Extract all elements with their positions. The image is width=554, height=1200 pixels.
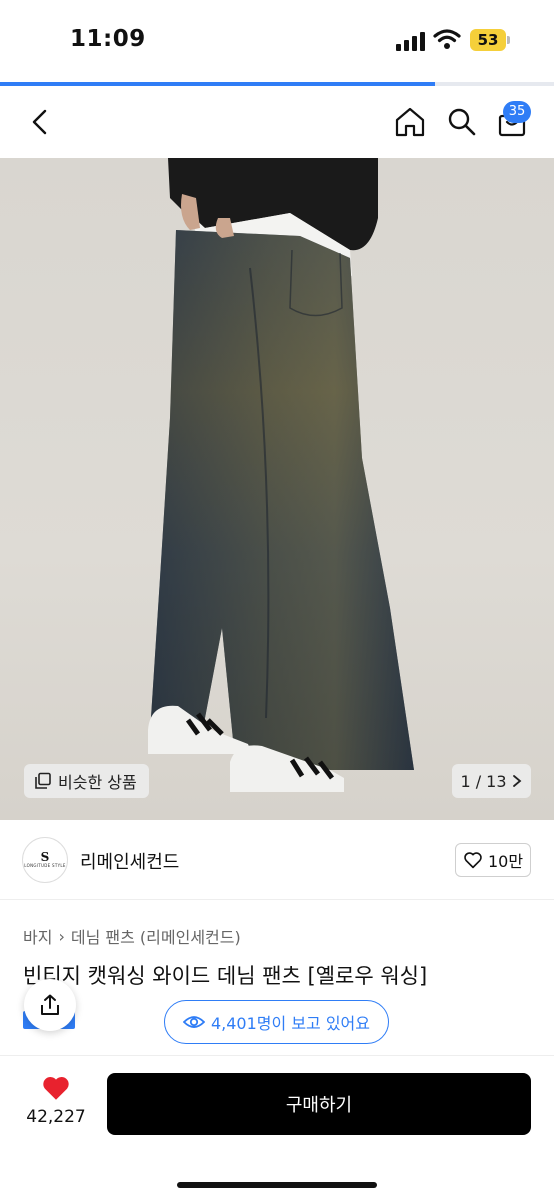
eye-icon — [182, 1016, 205, 1028]
page-indicator-text: 1 / 13 — [460, 771, 507, 791]
store-like-count: 10만 — [487, 852, 524, 871]
clock: 11:09 — [70, 26, 146, 52]
divider — [0, 899, 554, 900]
layers-icon — [35, 772, 51, 789]
seller-logo-text: LONGITUDE STYLE — [24, 863, 66, 868]
wishlist-button[interactable]: 42,227 — [26, 1074, 86, 1127]
back-button[interactable] — [22, 104, 58, 140]
live-viewers-text: 4,401명이 보고 있어요 — [210, 1014, 371, 1033]
cart-count-badge: 35 — [503, 101, 531, 123]
home-icon — [395, 107, 425, 137]
search-button[interactable] — [442, 102, 482, 142]
chevron-left-icon — [32, 109, 47, 135]
breadcrumb: 바지 › 데님 팬츠 (리메인세컨드) — [23, 924, 241, 948]
seller-name[interactable]: 리메인세컨드 — [80, 848, 179, 874]
breadcrumb-separator: › — [58, 926, 65, 946]
breadcrumb-category[interactable]: 바지 — [23, 924, 52, 948]
image-page-indicator[interactable]: 1 / 13 — [452, 764, 531, 798]
share-button[interactable] — [24, 979, 76, 1031]
similar-products-button[interactable]: 비슷한 상품 — [24, 764, 149, 798]
seller-logo[interactable]: S LONGITUDE STYLE — [22, 837, 68, 883]
heart-filled-icon — [43, 1077, 69, 1100]
product-title: 빈티지 캣워싱 와이드 데님 팬츠 [옐로우 워싱] — [23, 964, 428, 988]
buy-button[interactable]: 구매하기 — [107, 1073, 531, 1135]
store-like-button[interactable]: 10만 — [455, 843, 531, 877]
wifi-icon — [433, 29, 461, 49]
status-bar: 11:09 53 — [0, 0, 554, 82]
battery-icon: 53 — [470, 29, 506, 51]
share-icon — [41, 994, 59, 1015]
live-viewers-pill: 4,401명이 보고 있어요 — [164, 1000, 389, 1044]
breadcrumb-subcategory[interactable]: 데님 팬츠 (리메인세컨드) — [71, 924, 241, 948]
search-icon — [448, 108, 476, 136]
product-image-gallery[interactable] — [0, 158, 554, 820]
product-photo — [148, 158, 414, 792]
similar-products-label: 비슷한 상품 — [58, 773, 137, 792]
chevron-right-icon — [512, 775, 521, 787]
home-indicator — [177, 1182, 377, 1188]
top-nav — [0, 86, 554, 158]
home-button[interactable] — [390, 102, 430, 142]
battery-tip — [507, 36, 510, 44]
heart-outline-icon — [464, 852, 482, 869]
seller-logo-mark: S — [40, 850, 50, 864]
signal-icon — [396, 31, 426, 51]
wishlist-count: 42,227 — [26, 1107, 86, 1127]
